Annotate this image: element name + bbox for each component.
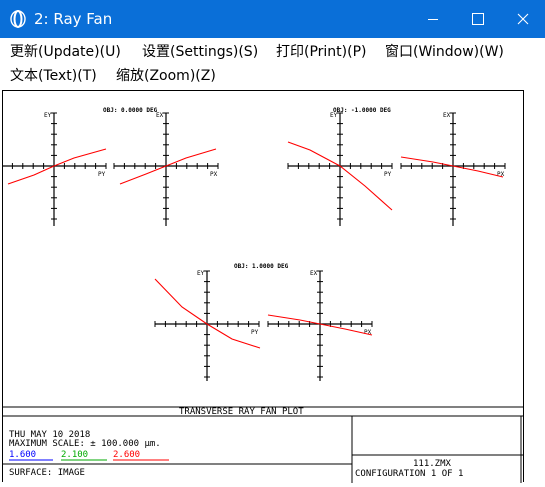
maximize-icon xyxy=(471,13,484,25)
field-label-2: OBJ: 1.0000 DEG xyxy=(234,263,289,270)
menu-update[interactable]: 更新(Update)(U) xyxy=(10,43,121,61)
menu-zoom[interactable]: 缩放(Zoom)(Z) xyxy=(116,67,216,85)
close-button[interactable] xyxy=(500,0,545,38)
menu-window[interactable]: 窗口(Window)(W) xyxy=(385,43,504,61)
fan-0-sagittal-x-label: PX xyxy=(210,171,218,178)
fan-1-sagittal-y-label: EX xyxy=(443,112,451,119)
max-scale: MAXIMUM SCALE: ± 100.000 µm. xyxy=(9,439,161,449)
menu-text[interactable]: 文本(Text)(T) xyxy=(10,67,97,85)
wavelength-3: 2.600 xyxy=(113,450,140,460)
fan-2-sagittal-y-label: EX xyxy=(310,270,318,277)
plot-frame: EY PY EX PX EY PY EX PX EY PY EX PX OBJ: 0.0000 DEG… xyxy=(1,90,524,483)
fan-0-tangential-x-label: PY xyxy=(98,171,106,178)
surface-label: SURFACE: IMAGE xyxy=(9,468,85,478)
menu-print[interactable]: 打印(Print)(P) xyxy=(276,43,367,61)
minimize-button[interactable] xyxy=(410,0,455,38)
menu-settings[interactable]: 设置(Settings)(S) xyxy=(142,43,258,61)
fan-2-tangential-x-label: PY xyxy=(251,329,259,336)
file-name: 111.ZMX xyxy=(413,459,452,469)
maximize-button[interactable] xyxy=(455,0,500,38)
title-bar: 2: Ray Fan xyxy=(0,0,545,38)
menu-bar: 更新(Update)(U) 设置(Settings)(S) 打印(Print)(… xyxy=(0,38,545,88)
wavelength-1: 1.600 xyxy=(9,450,36,460)
fan-1-sagittal-curve xyxy=(400,156,504,178)
field-label-1: OBJ: -1.0000 DEG xyxy=(333,107,391,114)
ray-fan-plot: EYPYEXPXEYPYEXPXEYPYEXPX OBJ: 0.0000 DEG… xyxy=(1,107,523,483)
fan-1-tangential-x-label: PY xyxy=(384,171,392,178)
wavelength-2: 2.100 xyxy=(61,450,88,460)
minimize-icon xyxy=(427,19,438,20)
fan-2-tangential-y-label: EY xyxy=(197,270,205,277)
ray-fan-panels: EYPYEXPXEYPYEXPXEYPYEXPX xyxy=(1,112,506,381)
fan-0-tangential-y-label: EY xyxy=(44,112,52,119)
window-title: 2: Ray Fan xyxy=(34,10,113,28)
field-label-0: OBJ: 0.0000 DEG xyxy=(103,107,158,114)
plot-title: TRANSVERSE RAY FAN PLOT xyxy=(179,407,304,417)
configuration-label: CONFIGURATION 1 OF 1 xyxy=(355,469,463,479)
zemax-app-icon xyxy=(10,10,26,28)
close-icon xyxy=(517,13,528,25)
